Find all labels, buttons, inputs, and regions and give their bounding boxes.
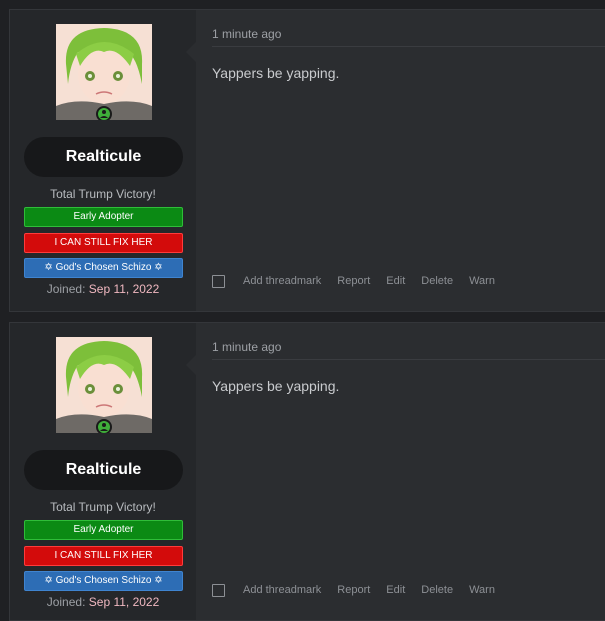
banner-chosen-schizo: ✡ God's Chosen Schizo ✡ xyxy=(24,258,183,278)
joined-label: Joined: xyxy=(46,282,86,296)
add-threadmark-link[interactable]: Add threadmark xyxy=(243,584,321,596)
username[interactable]: Realticule xyxy=(24,137,183,177)
banner-fix-her: I CAN STILL FIX HER xyxy=(24,546,183,566)
user-title: Total Trump Victory! xyxy=(50,187,156,201)
warn-link[interactable]: Warn xyxy=(469,275,495,287)
post-actions: Add threadmark Report Edit Delete Warn xyxy=(212,582,511,598)
post: Realticule Total Trump Victory! Early Ad… xyxy=(9,322,605,621)
banner-early-adopter: Early Adopter xyxy=(24,520,183,540)
header-divider xyxy=(212,359,605,360)
header-divider xyxy=(212,46,605,47)
post-timestamp[interactable]: 1 minute ago xyxy=(212,27,281,41)
joined-date: Sep 11, 2022 xyxy=(88,595,160,609)
joined-info: Joined: Sep 11, 2022 xyxy=(10,282,196,296)
warn-link[interactable]: Warn xyxy=(469,584,495,596)
joined-date: Sep 11, 2022 xyxy=(88,282,160,296)
username[interactable]: Realticule xyxy=(24,450,183,490)
post-main-cell: 1 minute ago Yappers be yapping. Add thr… xyxy=(197,323,605,620)
user-cell-arrow xyxy=(186,355,196,375)
select-checkbox[interactable] xyxy=(212,583,225,597)
post-actions: Add threadmark Report Edit Delete Warn xyxy=(212,273,511,289)
banner-fix-her: I CAN STILL FIX HER xyxy=(24,233,183,253)
avatar[interactable] xyxy=(56,24,152,120)
post-message: Yappers be yapping. xyxy=(212,65,340,81)
post-user-cell: Realticule Total Trump Victory! Early Ad… xyxy=(10,10,196,311)
avatar-image xyxy=(56,337,152,433)
post-message: Yappers be yapping. xyxy=(212,378,340,394)
post-user-cell: Realticule Total Trump Victory! Early Ad… xyxy=(10,323,196,620)
delete-link[interactable]: Delete xyxy=(421,275,453,287)
post-main-cell: 1 minute ago Yappers be yapping. Add thr… xyxy=(197,10,605,311)
edit-link[interactable]: Edit xyxy=(386,275,405,287)
joined-label: Joined: xyxy=(46,595,86,609)
user-cell-arrow xyxy=(186,42,196,62)
select-checkbox[interactable] xyxy=(212,274,225,288)
post-timestamp[interactable]: 1 minute ago xyxy=(212,340,281,354)
delete-link[interactable]: Delete xyxy=(421,584,453,596)
banner-early-adopter: Early Adopter xyxy=(24,207,183,227)
edit-link[interactable]: Edit xyxy=(386,584,405,596)
user-title: Total Trump Victory! xyxy=(50,500,156,514)
report-link[interactable]: Report xyxy=(337,275,370,287)
banner-chosen-schizo: ✡ God's Chosen Schizo ✡ xyxy=(24,571,183,591)
avatar[interactable] xyxy=(56,337,152,433)
add-threadmark-link[interactable]: Add threadmark xyxy=(243,275,321,287)
avatar-image xyxy=(56,24,152,120)
report-link[interactable]: Report xyxy=(337,584,370,596)
joined-info: Joined: Sep 11, 2022 xyxy=(10,595,196,609)
post: Realticule Total Trump Victory! Early Ad… xyxy=(9,9,605,312)
